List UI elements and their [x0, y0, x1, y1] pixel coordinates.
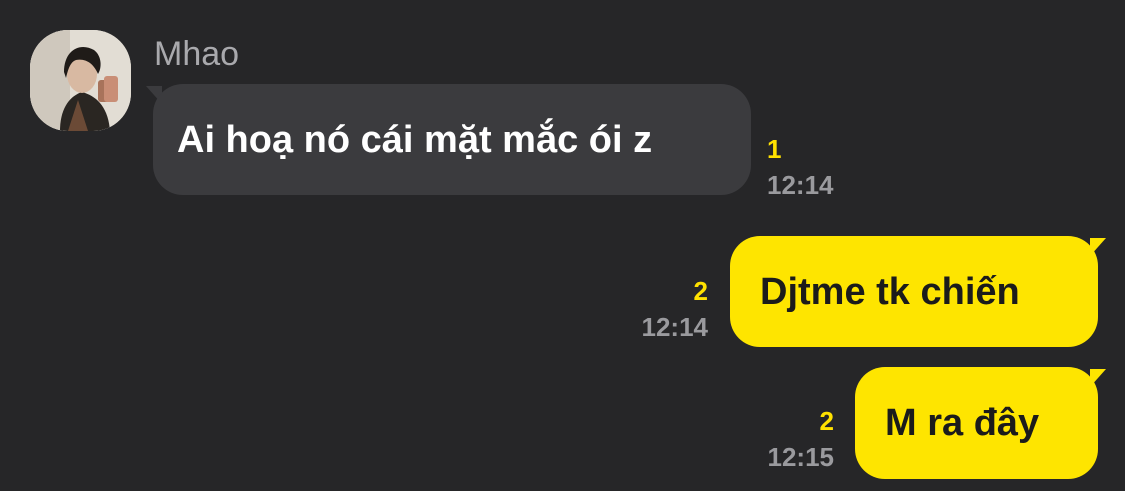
unread-count: 1	[767, 134, 782, 164]
message-bubble[interactable]: Djtme tk chiến	[730, 236, 1098, 347]
message-bubble[interactable]: M ra đây	[855, 367, 1098, 479]
unread-count: 2	[819, 406, 834, 436]
message-timestamp: 12:15	[767, 442, 835, 472]
sender-name: Mhao	[154, 35, 240, 73]
bubble-tail	[1090, 369, 1106, 387]
profile-photo-icon	[30, 30, 131, 131]
bubble-tail	[1090, 238, 1106, 256]
message-timestamp: 12:14	[767, 170, 834, 200]
unread-count: 2	[693, 276, 708, 306]
sender-avatar[interactable]	[30, 30, 131, 131]
message-bubble[interactable]: Ai hoạ nó cái mặt mắc ói z	[153, 84, 751, 195]
chat-message-list[interactable]: Mhao Ai hoạ nó cái mặt mắc ói z 1 12:14 …	[0, 0, 1125, 491]
message-timestamp: 12:14	[641, 312, 709, 342]
